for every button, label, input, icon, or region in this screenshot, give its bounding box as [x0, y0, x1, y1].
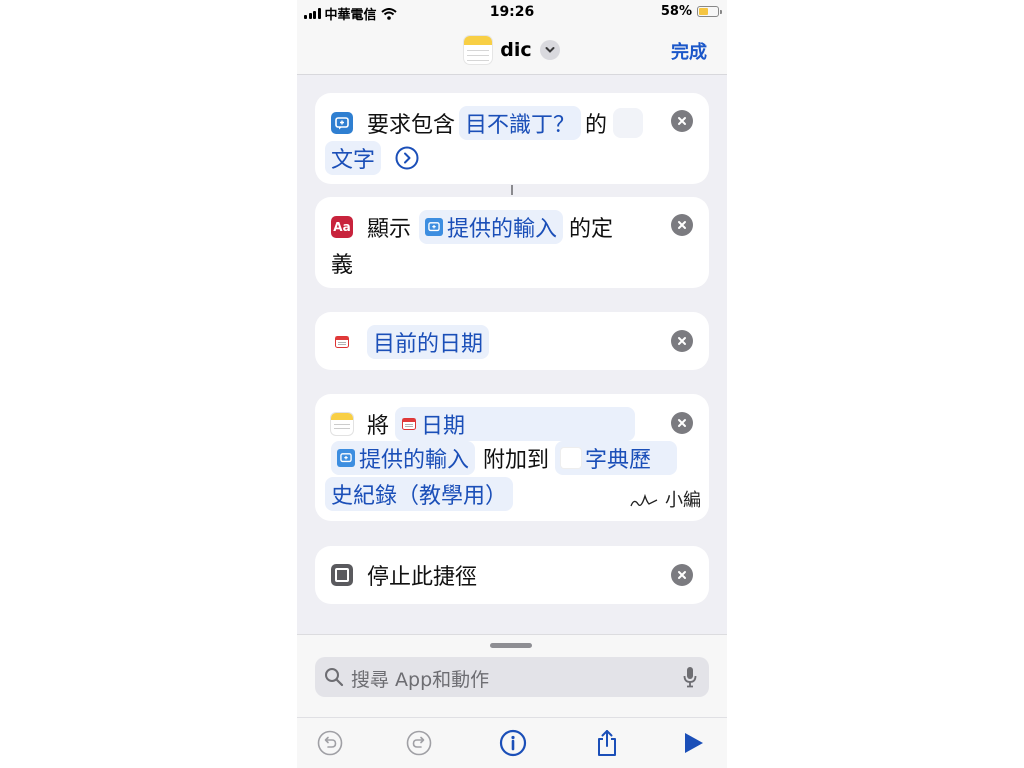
search-field[interactable]: 搜尋 App和動作: [315, 657, 709, 697]
speech-bubble-icon: [425, 218, 444, 236]
action-search-panel: 搜尋 App和動作: [297, 634, 727, 768]
remove-action-button[interactable]: [671, 412, 693, 434]
microphone-icon[interactable]: [683, 666, 697, 688]
action-ask-for-input[interactable]: 要求包含 目不識丁？ 的 文字: [315, 93, 709, 184]
dictionary-icon: Aa: [331, 216, 353, 238]
action-stop-shortcut[interactable]: 停止此捷徑: [315, 546, 709, 604]
note-token-continued[interactable]: 史紀錄（教學用）: [325, 477, 514, 511]
phone-screen: 中華電信 19:26 58% dic 完成 要求包含 目不識丁？ 的 文字 Aa…: [297, 0, 727, 768]
nav-bar: dic 完成: [297, 26, 727, 75]
remove-action-button[interactable]: [671, 214, 693, 236]
action-append-to-note[interactable]: 將 日期 提供的輸入 附加到 字典歷 史紀錄（教學用） 小編: [315, 394, 709, 521]
action-row-3: 史紀錄（教學用）: [325, 477, 514, 511]
play-icon: [685, 733, 703, 753]
remove-action-button[interactable]: [671, 330, 693, 352]
remove-action-button[interactable]: [671, 110, 693, 132]
watermark-text: 小編: [665, 490, 701, 511]
provided-input-token[interactable]: 提供的輸入: [419, 210, 564, 244]
drag-handle[interactable]: [490, 643, 532, 648]
provided-input-token[interactable]: 提供的輸入: [331, 441, 476, 475]
input-type-token[interactable]: 文字: [325, 141, 382, 175]
action-row: Aa 顯示 提供的輸入 的定: [331, 210, 613, 244]
action-text: 停止此捷徑: [367, 565, 478, 590]
remove-action-button[interactable]: [671, 564, 693, 586]
input-type-token[interactable]: [613, 108, 644, 138]
action-row: 停止此捷徑: [331, 559, 477, 591]
prompt-token[interactable]: 目不識丁？: [459, 106, 582, 140]
action-row-2: 文字: [325, 141, 419, 175]
token-label: 日期: [421, 414, 466, 439]
action-text: 顯示: [367, 217, 412, 242]
info-button[interactable]: [498, 728, 528, 758]
action-connector: [511, 185, 513, 195]
notes-app-icon: [331, 413, 353, 435]
action-row: 將 日期: [331, 407, 636, 441]
action-text: 將: [367, 414, 390, 439]
action-text: 要求包含: [367, 113, 456, 138]
token-label: 字典歷: [585, 448, 652, 473]
battery-fill: [699, 8, 708, 15]
status-bar: 中華電信 19:26 58%: [297, 0, 727, 26]
current-date-token[interactable]: 目前的日期: [367, 325, 490, 359]
action-current-date[interactable]: 目前的日期: [315, 312, 709, 370]
undo-icon: [317, 730, 343, 756]
action-text: 附加到: [483, 448, 550, 473]
search-placeholder: 搜尋 App和動作: [351, 669, 490, 691]
action-row: 要求包含 目不識丁？ 的: [331, 106, 644, 140]
action-row-2: 義: [331, 247, 353, 279]
done-button[interactable]: 完成: [671, 38, 707, 64]
action-row: 目前的日期: [331, 325, 490, 359]
expand-chevron-icon[interactable]: [395, 146, 419, 170]
watermark: 小編: [629, 486, 701, 512]
token-label: 提供的輸入: [447, 217, 558, 242]
share-button[interactable]: [592, 728, 622, 758]
action-text: 義: [331, 253, 354, 278]
speech-bubble-icon: [331, 112, 353, 134]
status-right: 58%: [660, 4, 722, 19]
notes-app-icon: [464, 36, 493, 64]
share-icon: [598, 730, 616, 756]
speech-bubble-icon: [337, 449, 355, 467]
action-row-2: 提供的輸入 附加到 字典歷: [331, 441, 678, 475]
note-token[interactable]: 字典歷: [555, 441, 678, 475]
battery-icon: [697, 6, 722, 17]
bottom-toolbar: [297, 717, 727, 768]
undo-button[interactable]: [315, 728, 345, 758]
battery-percent: 58%: [660, 4, 692, 19]
token-label: 提供的輸入: [359, 448, 470, 473]
calendar-icon: [401, 416, 417, 432]
shortcut-name: dic: [500, 39, 532, 61]
redo-icon: [406, 730, 432, 756]
shortcut-title[interactable]: dic: [297, 36, 727, 64]
date-token[interactable]: 日期: [395, 407, 636, 441]
note-icon: [561, 448, 582, 468]
stop-icon: [331, 564, 353, 586]
action-text: 的: [585, 113, 608, 138]
chevron-down-icon[interactable]: [539, 40, 560, 60]
search-icon: [325, 668, 344, 687]
action-show-definition[interactable]: Aa 顯示 提供的輸入 的定 義: [315, 197, 709, 288]
info-icon: [499, 729, 527, 757]
calendar-icon: [331, 331, 353, 353]
signature-icon: [630, 493, 658, 507]
action-text: 的定: [569, 217, 614, 242]
run-button[interactable]: [679, 728, 709, 758]
redo-button[interactable]: [404, 728, 434, 758]
